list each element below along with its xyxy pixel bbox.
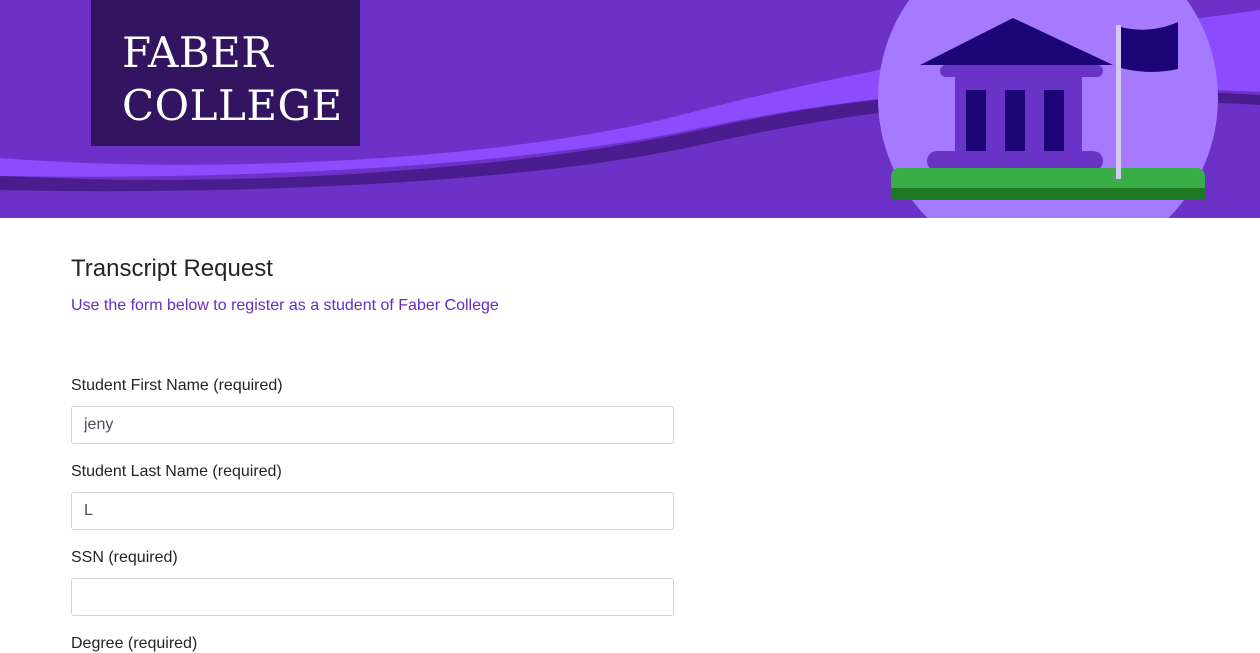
- page-title: Transcript Request: [71, 255, 273, 282]
- first-name-label: Student First Name (required): [71, 377, 283, 394]
- logo-text-line2: COLLEGE: [122, 81, 343, 130]
- ssn-label: SSN (required): [71, 549, 178, 566]
- form-subtitle: Use the form below to register as a stud…: [71, 297, 499, 314]
- first-name-input[interactable]: [71, 406, 674, 444]
- header-banner: FABER COLLEGE: [0, 0, 1260, 218]
- college-logo[interactable]: FABER COLLEGE: [91, 0, 360, 146]
- last-name-label: Student Last Name (required): [71, 463, 282, 480]
- degree-label: Degree (required): [71, 635, 198, 652]
- ssn-input[interactable]: [71, 578, 674, 616]
- grass-ground: [891, 168, 1205, 200]
- logo-text-line1: FABER: [122, 28, 274, 77]
- last-name-input[interactable]: [71, 492, 674, 530]
